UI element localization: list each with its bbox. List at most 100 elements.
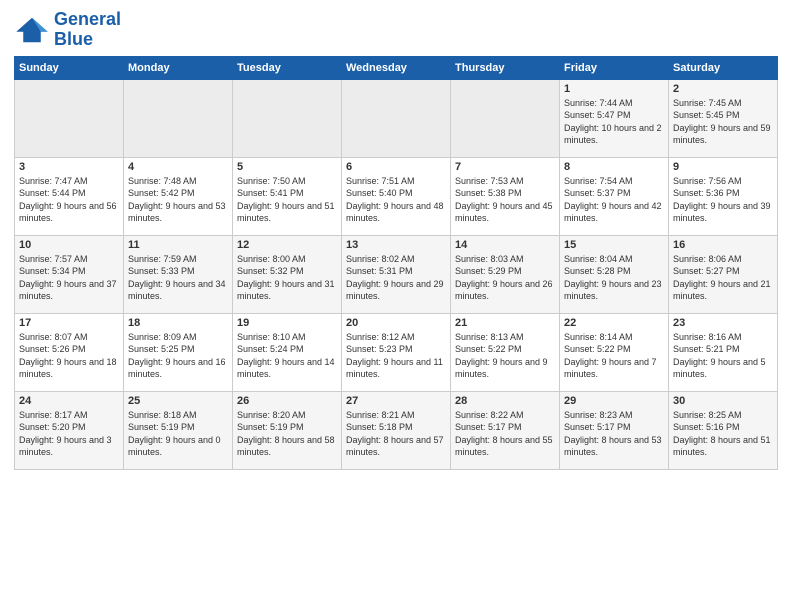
- logo-general: General: [54, 9, 121, 29]
- weekday-header-row: SundayMondayTuesdayWednesdayThursdayFrid…: [15, 56, 778, 79]
- calendar-cell: [451, 79, 560, 157]
- day-info: Sunrise: 8:03 AMSunset: 5:29 PMDaylight:…: [455, 253, 555, 303]
- day-number: 20: [346, 317, 446, 329]
- day-info: Sunrise: 8:06 AMSunset: 5:27 PMDaylight:…: [673, 253, 773, 303]
- day-number: 7: [455, 161, 555, 173]
- calendar-cell: 16 Sunrise: 8:06 AMSunset: 5:27 PMDayligh…: [669, 235, 778, 313]
- day-number: 16: [673, 239, 773, 251]
- logo: General Blue: [14, 10, 121, 50]
- day-info: Sunrise: 8:23 AMSunset: 5:17 PMDaylight:…: [564, 409, 664, 459]
- calendar-table: SundayMondayTuesdayWednesdayThursdayFrid…: [14, 56, 778, 470]
- calendar-cell: 12 Sunrise: 8:00 AMSunset: 5:32 PMDayligh…: [233, 235, 342, 313]
- day-info: Sunrise: 8:16 AMSunset: 5:21 PMDaylight:…: [673, 331, 773, 381]
- calendar-cell: [124, 79, 233, 157]
- day-number: 8: [564, 161, 664, 173]
- day-info: Sunrise: 8:17 AMSunset: 5:20 PMDaylight:…: [19, 409, 119, 459]
- calendar-week-row: 17 Sunrise: 8:07 AMSunset: 5:26 PMDayligh…: [15, 313, 778, 391]
- day-number: 13: [346, 239, 446, 251]
- day-number: 5: [237, 161, 337, 173]
- day-info: Sunrise: 8:00 AMSunset: 5:32 PMDaylight:…: [237, 253, 337, 303]
- calendar-cell: 22 Sunrise: 8:14 AMSunset: 5:22 PMDayligh…: [560, 313, 669, 391]
- day-number: 25: [128, 395, 228, 407]
- calendar-cell: 11 Sunrise: 7:59 AMSunset: 5:33 PMDayligh…: [124, 235, 233, 313]
- calendar-cell: 8Sunrise: 7:54 AMSunset: 5:37 PMDaylight…: [560, 157, 669, 235]
- day-number: 9: [673, 161, 773, 173]
- day-number: 19: [237, 317, 337, 329]
- day-number: 1: [564, 83, 664, 95]
- day-number: 4: [128, 161, 228, 173]
- day-info: Sunrise: 8:07 AMSunset: 5:26 PMDaylight:…: [19, 331, 119, 381]
- calendar-cell: 14 Sunrise: 8:03 AMSunset: 5:29 PMDayligh…: [451, 235, 560, 313]
- day-number: 27: [346, 395, 446, 407]
- weekday-header-monday: Monday: [124, 56, 233, 79]
- calendar-cell: 17 Sunrise: 8:07 AMSunset: 5:26 PMDayligh…: [15, 313, 124, 391]
- day-number: 14: [455, 239, 555, 251]
- day-info: Sunrise: 8:22 AMSunset: 5:17 PMDaylight:…: [455, 409, 555, 459]
- calendar-week-row: 1 Sunrise: 7:44 AMSunset: 5:47 PMDaylight…: [15, 79, 778, 157]
- day-info: Sunrise: 7:50 AMSunset: 5:41 PMDaylight:…: [237, 175, 337, 225]
- day-info: Sunrise: 8:18 AMSunset: 5:19 PMDaylight:…: [128, 409, 228, 459]
- calendar-cell: 29Sunrise: 8:23 AMSunset: 5:17 PMDayligh…: [560, 391, 669, 469]
- calendar-cell: 20 Sunrise: 8:12 AMSunset: 5:23 PMDayligh…: [342, 313, 451, 391]
- day-info: Sunrise: 7:53 AMSunset: 5:38 PMDaylight:…: [455, 175, 555, 225]
- weekday-header-thursday: Thursday: [451, 56, 560, 79]
- weekday-header-saturday: Saturday: [669, 56, 778, 79]
- logo-text: General Blue: [54, 10, 121, 50]
- day-number: 17: [19, 317, 119, 329]
- calendar-week-row: 3Sunrise: 7:47 AMSunset: 5:44 PMDaylight…: [15, 157, 778, 235]
- day-number: 22: [564, 317, 664, 329]
- day-number: 23: [673, 317, 773, 329]
- calendar-cell: 6 Sunrise: 7:51 AMSunset: 5:40 PMDaylight…: [342, 157, 451, 235]
- day-info: Sunrise: 8:13 AMSunset: 5:22 PMDaylight:…: [455, 331, 555, 381]
- day-number: 6: [346, 161, 446, 173]
- day-info: Sunrise: 8:14 AMSunset: 5:22 PMDaylight:…: [564, 331, 664, 381]
- day-info: Sunrise: 7:45 AMSunset: 5:45 PMDaylight:…: [673, 97, 773, 147]
- day-info: Sunrise: 7:51 AMSunset: 5:40 PMDaylight:…: [346, 175, 446, 225]
- day-info: Sunrise: 8:21 AMSunset: 5:18 PMDaylight:…: [346, 409, 446, 459]
- calendar-cell: 24 Sunrise: 8:17 AMSunset: 5:20 PMDayligh…: [15, 391, 124, 469]
- calendar-cell: 7 Sunrise: 7:53 AMSunset: 5:38 PMDaylight…: [451, 157, 560, 235]
- calendar-cell: 30 Sunrise: 8:25 AMSunset: 5:16 PMDayligh…: [669, 391, 778, 469]
- day-info: Sunrise: 7:56 AMSunset: 5:36 PMDaylight:…: [673, 175, 773, 225]
- day-number: 18: [128, 317, 228, 329]
- day-info: Sunrise: 7:44 AMSunset: 5:47 PMDaylight:…: [564, 97, 664, 147]
- day-info: Sunrise: 8:20 AMSunset: 5:19 PMDaylight:…: [237, 409, 337, 459]
- day-info: Sunrise: 7:59 AMSunset: 5:33 PMDaylight:…: [128, 253, 228, 303]
- day-info: Sunrise: 8:25 AMSunset: 5:16 PMDaylight:…: [673, 409, 773, 459]
- calendar-cell: 1 Sunrise: 7:44 AMSunset: 5:47 PMDaylight…: [560, 79, 669, 157]
- day-info: Sunrise: 8:12 AMSunset: 5:23 PMDaylight:…: [346, 331, 446, 381]
- day-info: Sunrise: 8:10 AMSunset: 5:24 PMDaylight:…: [237, 331, 337, 381]
- calendar-cell: [233, 79, 342, 157]
- calendar-cell: 3Sunrise: 7:47 AMSunset: 5:44 PMDaylight…: [15, 157, 124, 235]
- weekday-header-wednesday: Wednesday: [342, 56, 451, 79]
- calendar-page: General Blue SundayMondayTuesdayWednesda…: [0, 0, 792, 612]
- day-number: 28: [455, 395, 555, 407]
- day-info: Sunrise: 7:47 AMSunset: 5:44 PMDaylight:…: [19, 175, 119, 225]
- day-number: 30: [673, 395, 773, 407]
- weekday-header-tuesday: Tuesday: [233, 56, 342, 79]
- calendar-cell: 18Sunrise: 8:09 AMSunset: 5:25 PMDayligh…: [124, 313, 233, 391]
- weekday-header-friday: Friday: [560, 56, 669, 79]
- logo-icon: [14, 16, 50, 44]
- day-info: Sunrise: 7:48 AMSunset: 5:42 PMDaylight:…: [128, 175, 228, 225]
- calendar-cell: 27 Sunrise: 8:21 AMSunset: 5:18 PMDayligh…: [342, 391, 451, 469]
- day-number: 11: [128, 239, 228, 251]
- day-number: 2: [673, 83, 773, 95]
- calendar-cell: 10Sunrise: 7:57 AMSunset: 5:34 PMDayligh…: [15, 235, 124, 313]
- calendar-cell: 23 Sunrise: 8:16 AMSunset: 5:21 PMDayligh…: [669, 313, 778, 391]
- calendar-cell: 19 Sunrise: 8:10 AMSunset: 5:24 PMDayligh…: [233, 313, 342, 391]
- calendar-cell: [342, 79, 451, 157]
- day-info: Sunrise: 8:04 AMSunset: 5:28 PMDaylight:…: [564, 253, 664, 303]
- calendar-cell: 2 Sunrise: 7:45 AMSunset: 5:45 PMDaylight…: [669, 79, 778, 157]
- day-number: 12: [237, 239, 337, 251]
- calendar-cell: 25 Sunrise: 8:18 AMSunset: 5:19 PMDayligh…: [124, 391, 233, 469]
- calendar-cell: 9 Sunrise: 7:56 AMSunset: 5:36 PMDaylight…: [669, 157, 778, 235]
- day-number: 21: [455, 317, 555, 329]
- calendar-cell: [15, 79, 124, 157]
- calendar-cell: 15 Sunrise: 8:04 AMSunset: 5:28 PMDayligh…: [560, 235, 669, 313]
- calendar-week-row: 10Sunrise: 7:57 AMSunset: 5:34 PMDayligh…: [15, 235, 778, 313]
- calendar-cell: 26Sunrise: 8:20 AMSunset: 5:19 PMDayligh…: [233, 391, 342, 469]
- day-number: 24: [19, 395, 119, 407]
- header: General Blue: [14, 10, 778, 50]
- day-number: 15: [564, 239, 664, 251]
